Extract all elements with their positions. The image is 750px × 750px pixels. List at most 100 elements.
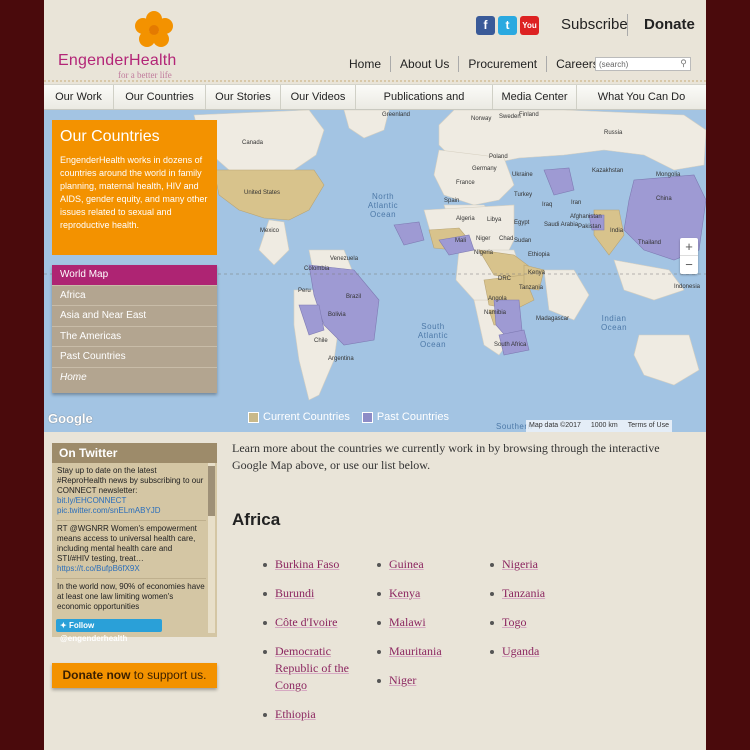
top-nav-procurement[interactable]: Procurement [459, 56, 548, 72]
country-link[interactable]: Nigeria [490, 556, 590, 573]
africa-list-col2: Guinea Kenya Malawi Mauritania Niger [377, 556, 477, 689]
country-link[interactable]: Malawi [377, 614, 477, 631]
map-attribution: Map data ©2017 1000 km Terms of Use [526, 420, 672, 432]
terms-link[interactable]: Terms of Use [628, 420, 669, 432]
twitter-bird-icon: ✦ [60, 621, 67, 630]
ocean-label: Indian Ocean [600, 314, 628, 332]
country-link[interactable]: Mauritania [377, 643, 477, 660]
map-label: Spain [444, 198, 460, 204]
country-link[interactable]: Uganda [490, 643, 590, 660]
region-past-countries[interactable]: Past Countries [52, 347, 217, 368]
page: EngenderHealth for a better life f t You… [44, 0, 706, 750]
country-link[interactable]: Democratic Republic of the Congo [263, 643, 358, 694]
subscribe-link[interactable]: Subscribe [561, 16, 628, 33]
ocean-label: South Atlantic Ocean [417, 322, 449, 349]
map-label: Angola [488, 296, 507, 302]
tweet: RT @WGNRR Women's empowerment means acce… [56, 521, 206, 579]
main-nav-our-stories[interactable]: Our Stories [206, 85, 281, 109]
main-nav-our-countries[interactable]: Our Countries [114, 85, 206, 109]
region-americas[interactable]: The Americas [52, 327, 217, 347]
country-link[interactable]: Tanzania [490, 585, 590, 602]
map-label: Ukraine [512, 172, 533, 178]
map-label: Russia [604, 130, 623, 136]
map-label: Argentina [328, 356, 354, 362]
main-nav-our-videos[interactable]: Our Videos [281, 85, 356, 109]
country-link[interactable]: Côte d'Ivoire [263, 614, 358, 631]
donate-now-button[interactable]: Donate now to support us. [52, 663, 217, 688]
map-label: Madagascar [536, 316, 570, 322]
map-label: Venezuela [330, 256, 359, 262]
map-label: Kazakhstan [592, 168, 624, 174]
header-dotted-divider [44, 80, 706, 82]
map-zoom-control: + − [680, 238, 698, 274]
map-label: Germany [472, 166, 497, 172]
donate-now-rest: to support us. [130, 668, 207, 682]
region-nav: World Map Africa Asia and Near East The … [52, 265, 217, 393]
map-label: Niger [476, 236, 491, 242]
map-label: Saudi Arabia [544, 222, 579, 228]
africa-heading: Africa [232, 510, 281, 529]
legend-past: Past Countries [361, 411, 449, 423]
country-link[interactable]: Niger [377, 672, 477, 689]
donate-link[interactable]: Donate [644, 16, 695, 33]
intro-text: Learn more about the countries we curren… [232, 441, 660, 472]
main-nav-media-center[interactable]: Media Center [493, 85, 577, 109]
main-nav-what-you-can-do[interactable]: What You Can Do [577, 85, 706, 109]
header-divider [627, 14, 628, 36]
region-asia-near-east[interactable]: Asia and Near East [52, 306, 217, 327]
tweet-list[interactable]: Stay up to date on the latest #ReproHeal… [56, 463, 206, 633]
country-link[interactable]: Burundi [263, 585, 358, 602]
panel-body: EngenderHealth works in dozens of countr… [60, 155, 208, 230]
map-label: United States [244, 190, 281, 196]
brand-name: EngenderHealth [58, 52, 177, 69]
map-label: Mongolia [656, 172, 681, 178]
logo[interactable]: EngenderHealth for a better life [58, 6, 218, 80]
youtube-icon[interactable]: You [520, 16, 539, 35]
search-input[interactable] [595, 57, 691, 71]
map-label: Mexico [260, 228, 280, 234]
follow-button[interactable]: ✦ Follow @engenderhealth [56, 619, 162, 643]
map-label: Iran [571, 200, 582, 206]
country-link[interactable]: Togo [490, 614, 590, 631]
tweet-text: Stay up to date on the latest #ReproHeal… [57, 466, 204, 495]
zoom-out-button[interactable]: − [680, 256, 698, 274]
brand-tagline: for a better life [118, 70, 172, 80]
map-label: India [610, 228, 624, 234]
map-label: Brazil [346, 294, 362, 300]
tweet-link[interactable]: bit.ly/EHCONNECT pic.twitter.com/snELmAB… [57, 496, 161, 515]
top-nav-home[interactable]: Home [340, 56, 392, 72]
tweet-text: RT @WGNRR Women's empowerment means acce… [57, 524, 197, 563]
main-nav-publications[interactable]: Publications and Resources [356, 85, 493, 128]
map-label: Namibia [484, 310, 507, 316]
map-label: Chile [314, 338, 328, 344]
map-label: Afghanistan [570, 214, 602, 220]
tweet-scrollbar[interactable] [208, 463, 215, 633]
top-nav: Home About Us Procurement Careers [340, 56, 608, 72]
region-world-map[interactable]: World Map [52, 265, 217, 286]
scrollbar-thumb[interactable] [208, 466, 215, 516]
country-link[interactable]: Ethiopia [263, 706, 358, 723]
country-link[interactable]: Guinea [377, 556, 477, 573]
tweet-link[interactable]: https://t.co/BufpB6fX9X [57, 564, 140, 573]
zoom-in-button[interactable]: + [680, 238, 698, 256]
map-label: Algeria [456, 216, 475, 222]
legend-label: Current Countries [263, 411, 350, 423]
map-label: Mali [455, 238, 467, 244]
legend-current: Current Countries [248, 411, 350, 423]
country-link[interactable]: Kenya [377, 585, 477, 602]
main-nav-our-work[interactable]: Our Work [44, 85, 114, 109]
google-logo[interactable]: Google [48, 411, 93, 426]
region-home[interactable]: Home [52, 368, 217, 389]
map-scale: 1000 km [590, 422, 618, 429]
map-label: Nigeria [474, 250, 494, 256]
map-label: Indonesia [674, 284, 701, 290]
twitter-icon[interactable]: t [498, 16, 517, 35]
search-icon[interactable]: ⚲ [678, 58, 689, 69]
region-africa[interactable]: Africa [52, 286, 217, 306]
map-label: Norway [471, 116, 492, 122]
country-link[interactable]: Burkina Faso [263, 556, 358, 573]
top-nav-about[interactable]: About Us [391, 56, 460, 72]
facebook-icon[interactable]: f [476, 16, 495, 35]
map-legend: Current Countries Past Countries [248, 411, 461, 423]
legend-label: Past Countries [376, 411, 449, 423]
